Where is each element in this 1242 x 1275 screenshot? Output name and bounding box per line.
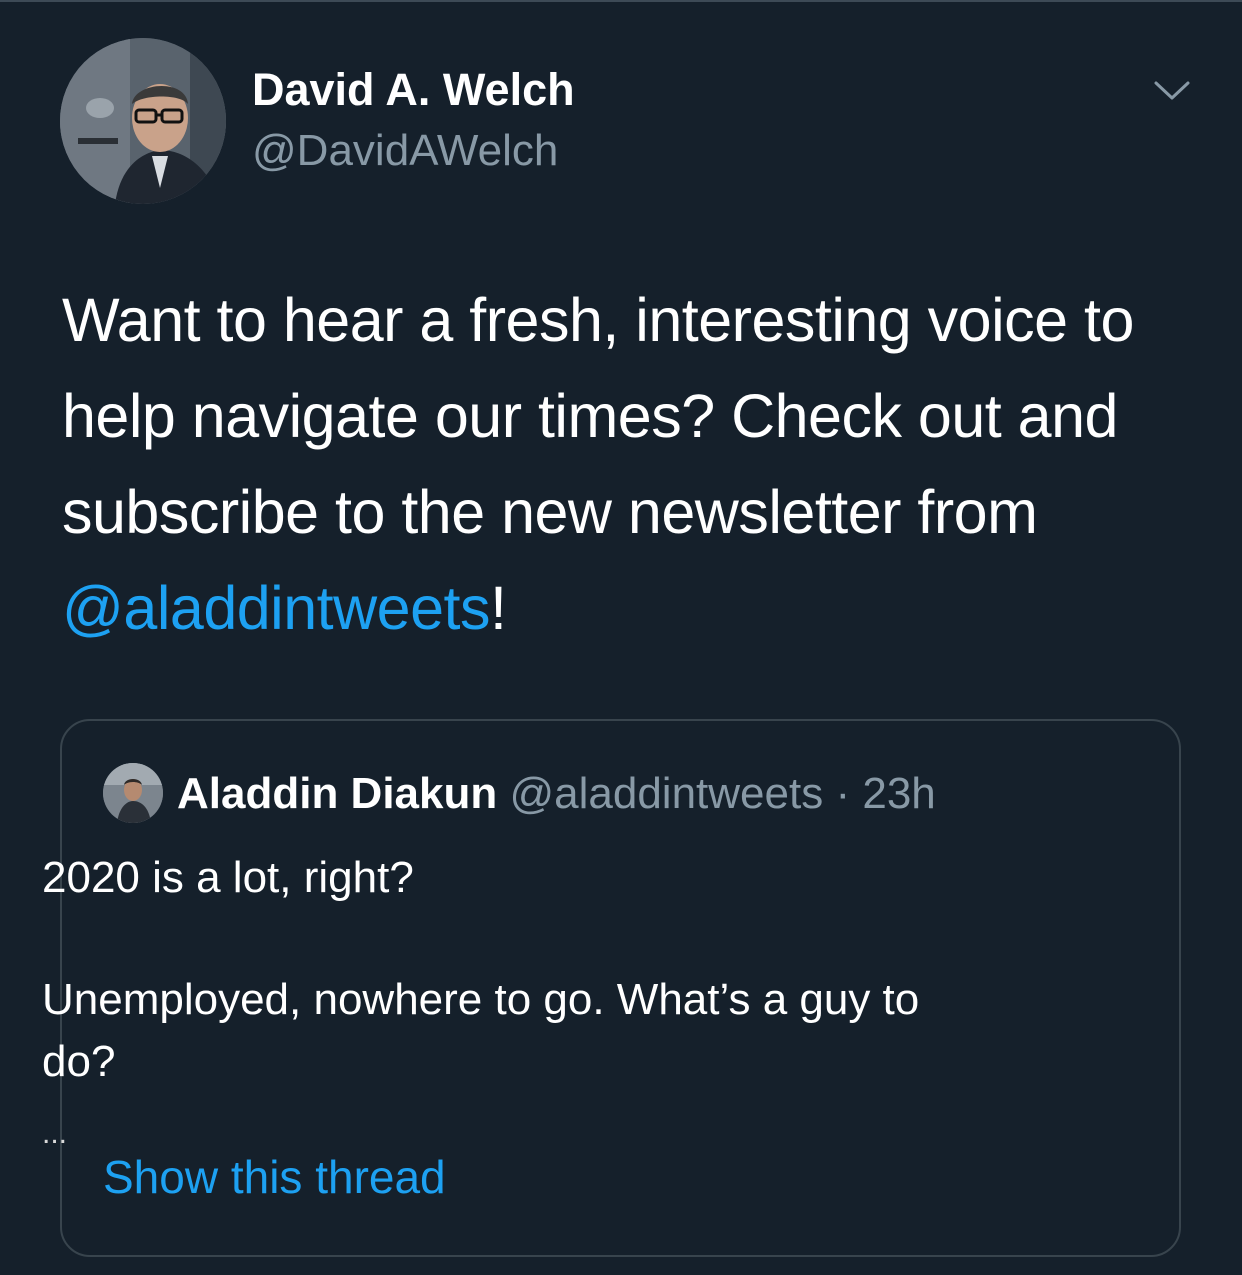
author-handle[interactable]: @DavidAWelch xyxy=(252,126,558,176)
quoted-text-ellipsis: ... xyxy=(42,1117,68,1150)
author-avatar[interactable] xyxy=(60,38,226,204)
quoted-text-line-2: Unemployed, nowhere to go. What’s a guy … xyxy=(42,975,920,1024)
quoted-display-name: Aladdin Diakun xyxy=(177,769,498,818)
tweet-text-end: ! xyxy=(489,574,507,642)
meta-separator: · xyxy=(823,769,863,818)
quoted-text-line-3: do? xyxy=(42,1037,116,1086)
mention-link[interactable]: @aladdintweets xyxy=(62,574,490,642)
tweet-text: Want to hear a fresh, interesting voice … xyxy=(62,272,1192,656)
tweet-text-body: Want to hear a fresh, interesting voice … xyxy=(62,286,1134,546)
quoted-author-avatar[interactable] xyxy=(103,763,163,823)
quoted-handle: @aladdintweets xyxy=(509,769,824,818)
chevron-down-icon[interactable] xyxy=(1152,76,1192,106)
tweet-view: David A. Welch @DavidAWelch Want to hear… xyxy=(0,0,1242,1275)
quoted-timestamp: 23h xyxy=(862,769,936,818)
quoted-tweet-header: Aladdin Diakun @aladdintweets · 23h xyxy=(177,769,936,819)
author-display-name[interactable]: David A. Welch xyxy=(252,64,575,116)
show-thread-link[interactable]: Show this thread xyxy=(103,1150,446,1204)
quoted-text-line-1: 2020 is a lot, right? xyxy=(42,853,414,902)
